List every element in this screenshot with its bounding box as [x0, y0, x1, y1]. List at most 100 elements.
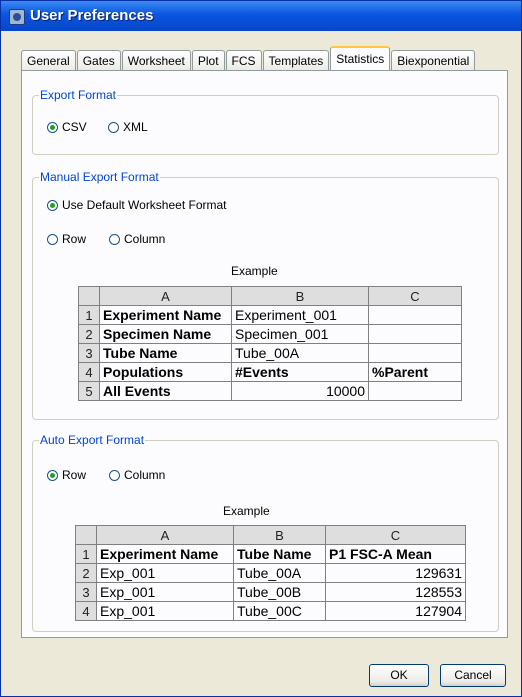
cell: P1 FSC-A Mean: [325, 544, 466, 564]
tab-plot[interactable]: Plot: [191, 50, 225, 70]
auto-row-radio[interactable]: Row: [47, 468, 86, 482]
column-header: B: [233, 525, 326, 545]
table-row: 3 Tube Name Tube_00A: [78, 343, 462, 363]
cell: Populations: [99, 362, 232, 382]
cell: Specimen Name: [99, 324, 232, 344]
cell: Tube_00A: [233, 563, 326, 583]
manual-example-table: A B C 1 Experiment Name Experiment_001 2…: [78, 286, 462, 401]
xml-radio[interactable]: XML: [108, 120, 148, 134]
xml-radio-label: XML: [123, 120, 148, 134]
auto-export-format-legend: Auto Export Format: [39, 433, 146, 447]
table-row: 3 Exp_001 Tube_00B 128553: [75, 582, 466, 602]
manual-export-format-legend: Manual Export Format: [39, 170, 160, 184]
use-default-worksheet-format-radio[interactable]: Use Default Worksheet Format: [47, 198, 227, 212]
cell: 128553: [325, 582, 466, 602]
auto-export-format-group: Auto Export Format Row Column Example A …: [32, 433, 499, 632]
cell: Tube_00A: [231, 343, 369, 363]
tab-gates[interactable]: Gates: [76, 50, 121, 70]
row-number: 4: [75, 601, 97, 621]
cell: Exp_001: [96, 601, 234, 621]
table-row: 4 Populations #Events %Parent: [78, 362, 462, 382]
radio-selected-icon: [47, 199, 58, 211]
tab-biexponential[interactable]: Biexponential: [391, 50, 476, 70]
manual-row-radio[interactable]: Row: [47, 232, 86, 246]
cell: [368, 324, 462, 344]
corner-cell: [78, 286, 100, 306]
csv-radio[interactable]: CSV: [47, 120, 87, 134]
cell: %Parent: [368, 362, 462, 382]
row-number: 3: [78, 343, 100, 363]
table-header-row: A B C: [78, 286, 462, 306]
cell: 129631: [325, 563, 466, 583]
tab-strip: General Gates Worksheet Plot FCS Templat…: [21, 46, 476, 70]
tab-fcs[interactable]: FCS: [225, 50, 262, 70]
app-icon: [9, 9, 25, 25]
ok-button[interactable]: OK: [369, 664, 429, 687]
csv-radio-label: CSV: [62, 120, 87, 134]
table-row: 1 Experiment Name Experiment_001: [78, 305, 462, 325]
cell: 10000: [231, 381, 369, 401]
table-row: 5 All Events 10000: [78, 381, 462, 401]
row-number: 4: [78, 362, 100, 382]
column-header: B: [231, 286, 369, 306]
cell: [368, 305, 462, 325]
user-preferences-window: User Preferences General Gates Worksheet…: [0, 0, 522, 697]
row-number: 3: [75, 582, 97, 602]
export-format-group: Export Format CSV XML: [32, 88, 499, 155]
auto-example-label: Example: [223, 504, 270, 518]
radio-unselected-icon: [109, 233, 120, 245]
tab-general[interactable]: General: [21, 50, 76, 70]
column-header: A: [99, 286, 232, 306]
cell: Experiment Name: [96, 544, 234, 564]
radio-selected-icon: [47, 121, 58, 133]
cell: Tube_00C: [233, 601, 326, 621]
manual-column-radio[interactable]: Column: [109, 232, 165, 246]
cell: Experiment_001: [231, 305, 369, 325]
cell: #Events: [231, 362, 369, 382]
column-header: C: [325, 525, 466, 545]
statistics-panel: Export Format CSV XML Manual Export Form…: [21, 70, 508, 638]
table-row: 1 Experiment Name Tube Name P1 FSC-A Mea…: [75, 544, 466, 564]
auto-column-radio[interactable]: Column: [109, 468, 165, 482]
title-bar[interactable]: User Preferences: [1, 1, 521, 31]
tab-templates[interactable]: Templates: [262, 50, 330, 70]
cell: Tube_00B: [233, 582, 326, 602]
cell: [368, 343, 462, 363]
cell: Exp_001: [96, 563, 234, 583]
use-default-worksheet-format-label: Use Default Worksheet Format: [62, 198, 227, 212]
manual-export-format-group: Manual Export Format Use Default Workshe…: [32, 170, 499, 420]
tab-statistics[interactable]: Statistics: [330, 46, 391, 70]
table-row: 4 Exp_001 Tube_00C 127904: [75, 601, 466, 621]
cell: Tube Name: [233, 544, 326, 564]
manual-example-label: Example: [231, 264, 278, 278]
radio-selected-icon: [47, 469, 58, 481]
corner-cell: [75, 525, 97, 545]
table-row: 2 Specimen Name Specimen_001: [78, 324, 462, 344]
cell: Specimen_001: [231, 324, 369, 344]
manual-row-label: Row: [62, 232, 87, 246]
radio-unselected-icon: [47, 233, 58, 245]
auto-example-table: A B C 1 Experiment Name Tube Name P1 FSC…: [75, 525, 466, 621]
cell: Experiment Name: [99, 305, 232, 325]
radio-unselected-icon: [108, 121, 119, 133]
row-number: 1: [75, 544, 97, 564]
row-number: 2: [75, 563, 97, 583]
radio-unselected-icon: [109, 469, 120, 481]
column-header: C: [368, 286, 462, 306]
cancel-button[interactable]: Cancel: [440, 664, 506, 687]
window-title: User Preferences: [30, 7, 154, 24]
auto-column-label: Column: [124, 468, 166, 482]
row-number: 5: [78, 381, 100, 401]
cell: [368, 381, 462, 401]
row-number: 2: [78, 324, 100, 344]
manual-column-label: Column: [124, 232, 166, 246]
cell: All Events: [99, 381, 232, 401]
column-header: A: [96, 525, 234, 545]
table-row: 2 Exp_001 Tube_00A 129631: [75, 563, 466, 583]
cell: Exp_001: [96, 582, 234, 602]
table-header-row: A B C: [75, 525, 466, 545]
row-number: 1: [78, 305, 100, 325]
tab-worksheet[interactable]: Worksheet: [121, 50, 191, 70]
export-format-legend: Export Format: [39, 88, 118, 102]
auto-row-label: Row: [62, 468, 87, 482]
